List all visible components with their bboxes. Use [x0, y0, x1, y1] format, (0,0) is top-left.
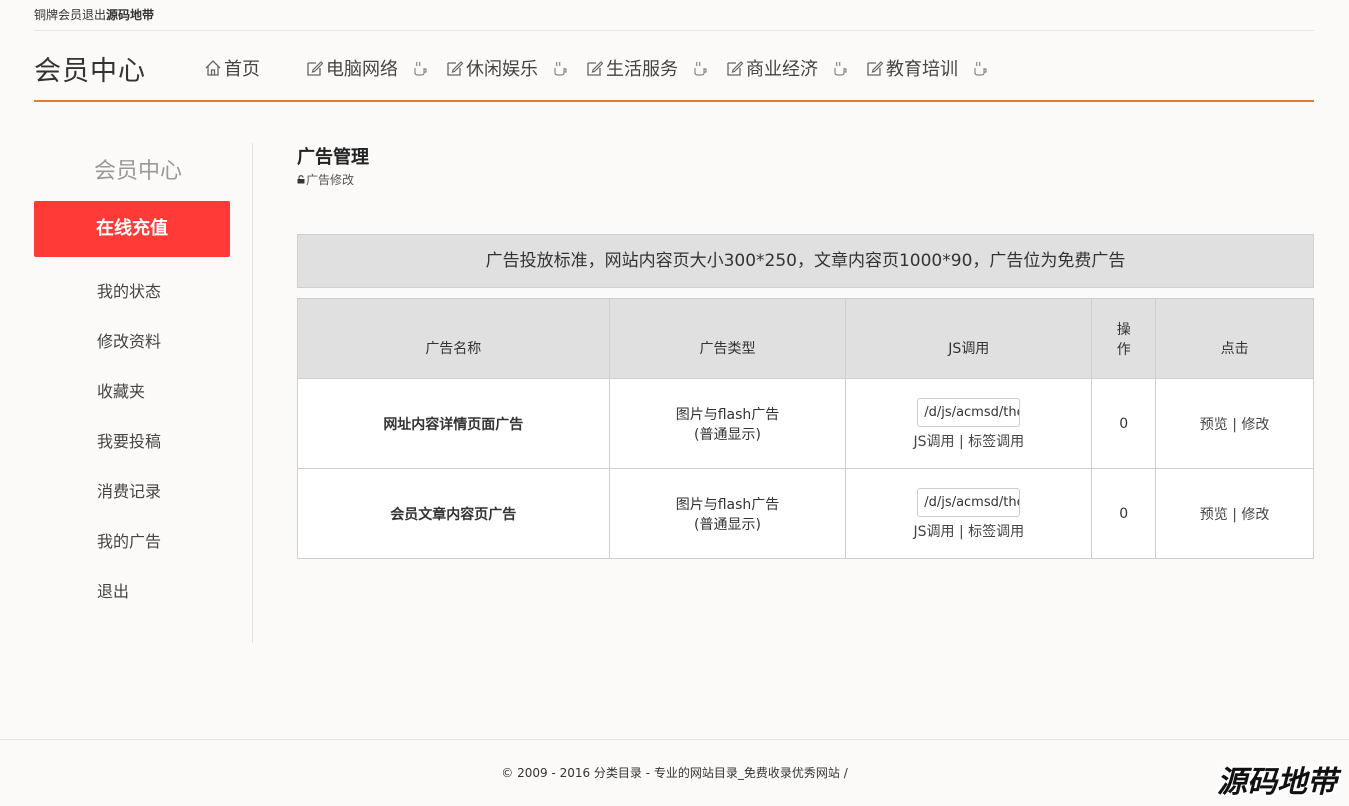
ad-js-cell: /d/js/acmsd/thea JS调用 | 标签调用 [845, 378, 1093, 469]
edit-icon [587, 61, 604, 76]
js-code-input[interactable]: /d/js/acmsd/thea [917, 488, 1021, 517]
page-title: 广告管理 [297, 147, 369, 168]
js-call-link[interactable]: JS调用 [913, 524, 954, 540]
col-header-click: 点击 [1155, 298, 1314, 379]
tag-call-link[interactable]: 标签调用 [968, 434, 1024, 450]
edit-icon [447, 61, 464, 76]
edit-icon [727, 61, 744, 76]
edit-icon [307, 61, 324, 76]
sidebar-item-consumption[interactable]: 消费记录 [97, 477, 161, 527]
ad-type-label: 图片与flash广告 [675, 406, 780, 423]
coffee-icon [834, 61, 847, 76]
ad-name: 网址内容详情页面广告 [297, 378, 610, 469]
ad-js-cell: /d/js/acmsd/thea JS调用 | 标签调用 [845, 468, 1093, 559]
main-content: 广告管理 广告修改 广告投放标准，网站内容页大小300*250，文章内容页100… [297, 143, 1314, 559]
nav-item-education[interactable]: 教育培训 [866, 55, 988, 81]
js-call-link[interactable]: JS调用 [913, 434, 954, 450]
logout-link[interactable]: 退出 [82, 8, 106, 22]
nav-label: 教育培训 [886, 59, 958, 80]
main-nav: 首页 电脑网络 休闲娱乐 生活服务 商业经济 教育培训 [204, 55, 1006, 81]
member-level: 铜牌会员 [34, 8, 83, 22]
footer: © 2009 - 2016 分类目录 - 专业的网站目录_免费收录优秀网站 / [0, 739, 1349, 806]
ad-type: 图片与flash广告 (普通显示) [608, 378, 847, 469]
nav-item-life[interactable]: 生活服务 [586, 55, 708, 81]
sidebar-title: 会员中心 [93, 159, 182, 184]
nav-label: 生活服务 [606, 59, 678, 80]
edit-icon [867, 61, 884, 76]
nav-label: 商业经济 [746, 59, 818, 80]
brand-title[interactable]: 会员中心 [34, 49, 146, 88]
js-code-input[interactable]: /d/js/acmsd/thea [917, 398, 1021, 427]
col-header-js: JS调用 [845, 298, 1093, 379]
breadcrumb: 广告修改 [297, 171, 1314, 188]
sidebar-item-my-ads[interactable]: 我的广告 [97, 527, 161, 577]
ad-type-sub: (普通显示) [694, 426, 761, 443]
coffee-icon [694, 61, 707, 76]
ad-name: 会员文章内容页广告 [297, 468, 610, 559]
sidebar-item-status[interactable]: 我的状态 [97, 277, 161, 327]
preview-link[interactable]: 预览 [1200, 507, 1228, 523]
sidebar-item-submit[interactable]: 我要投稿 [97, 427, 161, 477]
col-header-name: 广告名称 [297, 298, 610, 379]
col-header-type: 广告类型 [608, 298, 847, 379]
nav-item-business[interactable]: 商业经济 [726, 55, 848, 81]
recharge-button[interactable]: 在线充值 [34, 201, 230, 257]
table-row: 会员文章内容页广告 图片与flash广告 (普通显示) /d/js/acmsd/t… [297, 468, 1314, 559]
coffee-icon [414, 61, 427, 76]
coffee-icon [554, 61, 567, 76]
ad-table: 广告名称 广告类型 JS调用 操作 点击 网址内容详情页面广告 图片与flash… [297, 298, 1314, 559]
ad-actions: 预览 | 修改 [1155, 378, 1314, 469]
col-header-op1: 操 [1116, 321, 1131, 338]
sidebar-menu: 我的状态 修改资料 收藏夹 我要投稿 消费记录 我的广告 退出 [97, 277, 161, 627]
nav-item-computer[interactable]: 电脑网络 [306, 55, 428, 81]
tag-call-link[interactable]: 标签调用 [968, 524, 1024, 540]
nav-item-leisure[interactable]: 休闲娱乐 [446, 55, 568, 81]
lock-icon [297, 175, 305, 184]
breadcrumb-label: 广告修改 [306, 173, 355, 187]
table-header-row: 广告名称 广告类型 JS调用 操作 点击 [297, 298, 1314, 379]
top-bar: 铜牌会员退出源码地带 [34, 0, 1314, 31]
ad-actions: 预览 | 修改 [1155, 468, 1314, 559]
preview-link[interactable]: 预览 [1200, 417, 1228, 433]
sidebar-item-logout[interactable]: 退出 [97, 577, 161, 627]
nav-label: 首页 [224, 59, 260, 80]
sidebar-item-favorites[interactable]: 收藏夹 [97, 377, 161, 427]
header: 会员中心 首页 电脑网络 休闲娱乐 生活服务 商业经济 教育培训 [34, 31, 1314, 102]
coffee-icon [974, 61, 987, 76]
ad-count: 0 [1091, 468, 1157, 559]
site-name-link[interactable]: 源码地带 [106, 8, 154, 22]
ad-count: 0 [1091, 378, 1157, 469]
sidebar: 会员中心 在线充值 我的状态 修改资料 收藏夹 我要投稿 消费记录 我的广告 退… [34, 143, 253, 643]
nav-item-home[interactable]: 首页 [204, 55, 260, 81]
ad-standard-notice: 广告投放标准，网站内容页大小300*250，文章内容页1000*90，广告位为免… [297, 234, 1314, 288]
nav-label: 休闲娱乐 [466, 59, 538, 80]
edit-link[interactable]: 修改 [1241, 507, 1269, 523]
home-icon [205, 60, 221, 76]
col-header-op2: 作 [1116, 341, 1131, 358]
ad-type-sub: (普通显示) [694, 516, 761, 533]
watermark-logo: 源码地带 [1217, 765, 1337, 800]
sidebar-item-profile[interactable]: 修改资料 [97, 327, 161, 377]
edit-link[interactable]: 修改 [1241, 417, 1269, 433]
ad-type: 图片与flash广告 (普通显示) [608, 468, 847, 559]
table-row: 网址内容详情页面广告 图片与flash广告 (普通显示) /d/js/acmsd/… [297, 378, 1314, 469]
col-header-operation: 操作 [1091, 298, 1157, 379]
ad-type-label: 图片与flash广告 [675, 496, 780, 513]
nav-label: 电脑网络 [326, 59, 398, 80]
